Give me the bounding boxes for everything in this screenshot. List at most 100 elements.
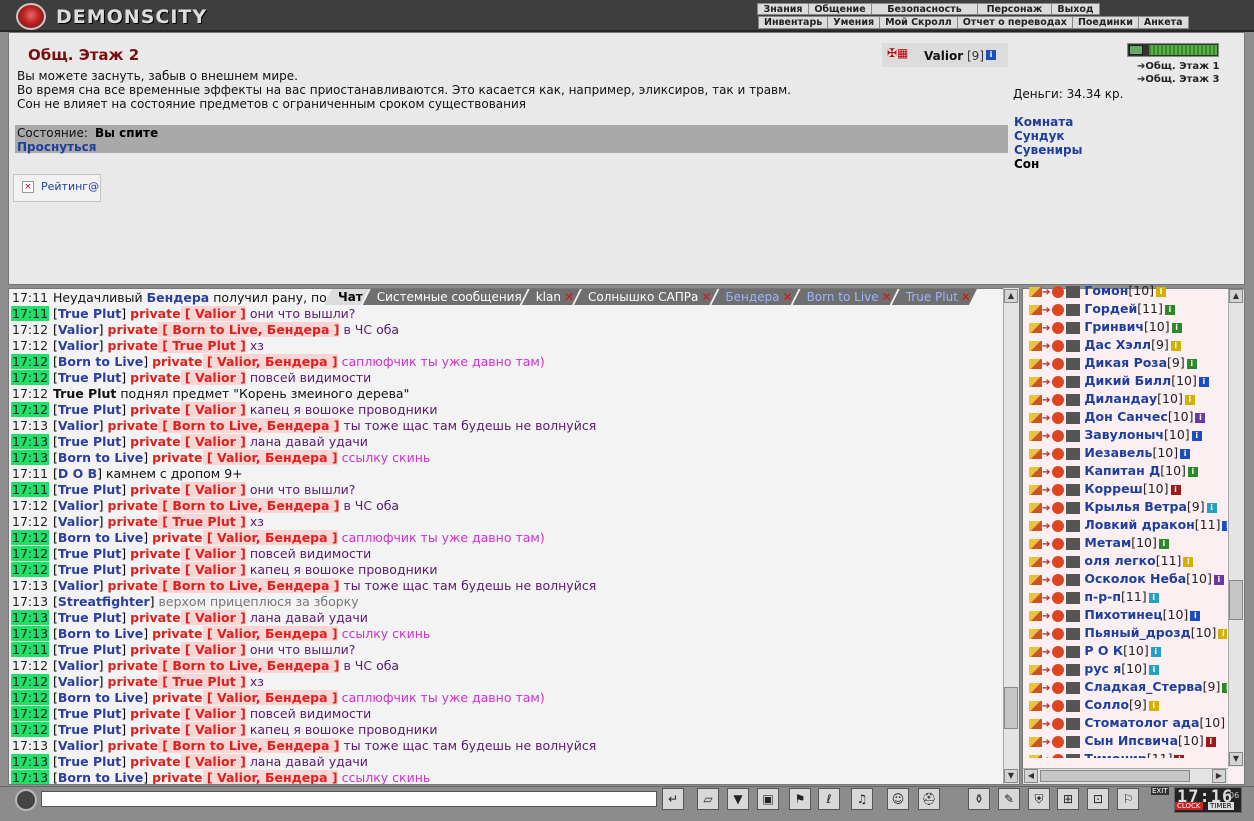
user-name[interactable]: Гринвич xyxy=(1084,319,1144,334)
user-name[interactable]: Дикая Роза xyxy=(1084,355,1167,370)
user-info-icon[interactable]: i xyxy=(1191,430,1202,441)
user-name[interactable]: Тимонир xyxy=(1084,751,1146,758)
user-row[interactable]: ➔ Гринвич[10] i xyxy=(1024,318,1227,336)
users-scroll-right-icon[interactable]: ▶ xyxy=(1212,769,1226,783)
private-recipients[interactable]: [ Born to Live, Бендера ] xyxy=(157,738,340,753)
private-pen-icon[interactable] xyxy=(1029,574,1042,585)
chat-user[interactable]: True Plut xyxy=(58,610,121,625)
chat-user[interactable]: True Plut xyxy=(58,546,121,561)
recipient-names[interactable]: Born to Live, Бендера xyxy=(172,578,329,593)
recipient-names[interactable]: True Plut xyxy=(172,514,235,529)
tab-5[interactable]: Born to Live ✕ xyxy=(793,289,898,305)
user-name[interactable]: Дикий Билл xyxy=(1084,373,1171,388)
user-info-icon[interactable]: i xyxy=(1206,502,1217,513)
private-pen-icon[interactable] xyxy=(1029,430,1042,441)
menu-4[interactable]: Выход xyxy=(1051,4,1099,15)
user-info-icon[interactable]: i xyxy=(1187,466,1198,477)
menu-3[interactable]: Персонаж xyxy=(977,4,1051,15)
user-name[interactable]: Гомон xyxy=(1084,283,1128,298)
recipient-names[interactable]: Valior xyxy=(195,434,236,449)
recipient-names[interactable]: Valior, Бендера xyxy=(217,354,328,369)
chat-user[interactable]: True Plut xyxy=(58,722,121,737)
private-recipients[interactable]: [ Valior ] xyxy=(180,562,246,577)
room-link[interactable]: Сундук xyxy=(1014,129,1083,143)
recipient-names[interactable]: Valior xyxy=(195,370,236,385)
user-info-icon[interactable]: i xyxy=(1218,628,1227,639)
private-pen-icon[interactable] xyxy=(1029,394,1042,405)
chat-scroll-up-icon[interactable]: ▲ xyxy=(1004,289,1018,303)
private-recipients[interactable]: [ Valior ] xyxy=(180,706,246,721)
private-recipients[interactable]: [ True Plut ] xyxy=(157,674,246,689)
submenu-3[interactable]: Отчет о переводах xyxy=(956,17,1072,28)
tab-close-icon[interactable]: ✕ xyxy=(564,290,574,304)
tab-label[interactable]: True Plut xyxy=(906,290,958,304)
private-pen-icon[interactable] xyxy=(1029,592,1042,603)
private-recipients[interactable]: [ Valior ] xyxy=(180,482,246,497)
chat-user[interactable]: Valior xyxy=(58,738,99,753)
tab-6[interactable]: True Plut ✕ xyxy=(892,289,977,305)
user-row[interactable]: ➔ Сын Ипсвича[10] i xyxy=(1024,732,1227,750)
recipient-names[interactable]: Valior xyxy=(195,402,236,417)
user-name[interactable]: Пихотинец xyxy=(1084,607,1162,622)
user-row[interactable]: ➔ Пихотинец[10] i xyxy=(1024,606,1227,624)
users-scrollbar[interactable] xyxy=(1228,289,1244,767)
chat-user[interactable]: Valior xyxy=(58,578,99,593)
user-row[interactable]: ➔ Гордей[11] i xyxy=(1024,300,1227,318)
private-recipients[interactable]: [ Born to Live, Бендера ] xyxy=(157,322,340,337)
clock-label[interactable]: CLOCK xyxy=(1175,802,1203,810)
private-pen-icon[interactable] xyxy=(1029,628,1042,639)
users-hscroll-thumb[interactable] xyxy=(1040,770,1190,782)
armor-icon[interactable]: ⛨ xyxy=(1028,788,1050,810)
private-pen-icon[interactable] xyxy=(1029,412,1042,423)
recipient-names[interactable]: Valior, Бендера xyxy=(217,450,328,465)
user-row[interactable]: ➔ Завулоныч[10] i xyxy=(1024,426,1227,444)
submenu-5[interactable]: Анкета xyxy=(1137,17,1188,28)
private-recipients[interactable]: [ Valior ] xyxy=(180,370,246,385)
user-row[interactable]: ➔ Дас Хэлл[9] i xyxy=(1024,336,1227,354)
tab-close-icon[interactable]: ✕ xyxy=(783,290,793,304)
private-pen-icon[interactable] xyxy=(1029,700,1042,711)
tab-close-icon[interactable]: ✕ xyxy=(961,290,971,304)
recipient-names[interactable]: Valior xyxy=(195,754,236,769)
translit-icon[interactable]: ℓ xyxy=(818,788,840,810)
private-pen-icon[interactable] xyxy=(1029,682,1042,693)
chat-user[interactable]: Valior xyxy=(58,498,99,513)
tab-label[interactable]: Бендера xyxy=(725,290,779,304)
users-scroll-left-icon[interactable]: ◀ xyxy=(1024,769,1038,783)
tab-close-icon[interactable]: ✕ xyxy=(701,290,711,304)
user-info-icon[interactable]: i xyxy=(1148,664,1159,675)
room-link[interactable]: Сувениры xyxy=(1014,143,1083,157)
private-pen-icon[interactable] xyxy=(1029,754,1042,758)
recipient-names[interactable]: Valior, Бендера xyxy=(217,626,328,641)
tab-label[interactable]: klan xyxy=(536,290,561,304)
user-row[interactable]: ➔ Диландау[10] i xyxy=(1024,390,1227,408)
chat-user[interactable]: True Plut xyxy=(58,370,121,385)
user-info-icon[interactable]: i xyxy=(1180,448,1191,459)
user-info-icon[interactable]: i xyxy=(1198,376,1209,387)
user-info-icon[interactable]: i xyxy=(1170,484,1181,495)
recipient-names[interactable]: Valior xyxy=(195,706,236,721)
user-info-icon[interactable]: i xyxy=(1150,646,1161,657)
tab-close-icon[interactable]: ✕ xyxy=(882,290,892,304)
private-recipients[interactable]: [ Born to Live, Бендера ] xyxy=(157,498,340,513)
user-name[interactable]: Ловкий дракон xyxy=(1084,517,1194,532)
nav-floor-1[interactable]: ➔Общ. Этаж 1 xyxy=(1137,61,1219,72)
tab-1[interactable]: Системные сообщения xyxy=(363,289,528,305)
tab-2[interactable]: klan ✕ xyxy=(522,289,580,305)
recipient-names[interactable]: Valior xyxy=(195,482,236,497)
menu-2[interactable]: Безопасность xyxy=(871,4,977,15)
user-name[interactable]: рус я xyxy=(1084,661,1121,676)
private-recipients[interactable]: [ Valior ] xyxy=(180,402,246,417)
speaker-icon[interactable] xyxy=(15,789,37,811)
submenu-1[interactable]: Умения xyxy=(827,17,879,28)
private-pen-icon[interactable] xyxy=(1029,538,1042,549)
user-info-icon[interactable]: i xyxy=(1170,340,1181,351)
chat-user[interactable]: True Plut xyxy=(58,306,121,321)
user-row[interactable]: ➔ Дон Санчес[10] i xyxy=(1024,408,1227,426)
exit-label[interactable]: EXIT xyxy=(1151,787,1169,795)
user-name[interactable]: Солло xyxy=(1084,697,1129,712)
user-info-icon[interactable]: i xyxy=(1190,610,1201,621)
recipient-names[interactable]: Valior xyxy=(195,306,236,321)
user-name[interactable]: Крылья Ветра xyxy=(1084,499,1187,514)
player-info-icon[interactable]: i xyxy=(986,50,996,60)
